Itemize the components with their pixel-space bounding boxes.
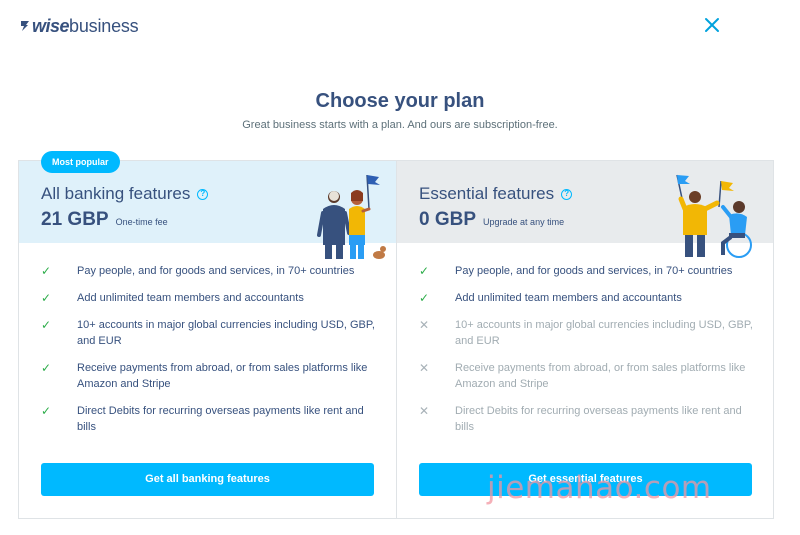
top-bar: wise business	[0, 0, 800, 50]
plan-header: Most popular All banking features ? 21 G…	[19, 151, 396, 259]
page-title: Choose your plan	[315, 90, 485, 112]
feature-text: 10+ accounts in major global currencies …	[455, 319, 753, 347]
feature-item-unavailable: ✕ Direct Debits for recurring overseas p…	[419, 403, 759, 435]
cross-icon: ✕	[419, 361, 430, 375]
plan-title-text: Essential features	[419, 184, 555, 203]
close-icon[interactable]	[703, 16, 721, 34]
check-icon: ✓	[41, 264, 52, 278]
plan-title: Essential features ?	[419, 184, 573, 204]
plan-price: 0 GBP Upgrade at any time	[419, 209, 564, 231]
wise-flag-icon	[21, 21, 29, 31]
plan-title-text: All banking features	[41, 184, 191, 203]
feature-text: Add unlimited team members and accountan…	[455, 292, 682, 304]
feature-item: ✓ Add unlimited team members and account…	[419, 290, 759, 306]
wise-business-logo[interactable]: wise business	[20, 15, 139, 37]
plan-header: Essential features ? 0 GBP Upgrade at an…	[397, 161, 773, 258]
price-value: 0 GBP	[419, 209, 477, 230]
check-icon: ✓	[419, 264, 430, 278]
plans-container: Most popular All banking features ? 21 G…	[18, 151, 774, 519]
get-essential-features-button[interactable]: Get essential features	[419, 463, 752, 496]
plan-card-essential: Essential features ? 0 GBP Upgrade at an…	[396, 161, 773, 518]
most-popular-badge: Most popular	[41, 151, 120, 173]
feature-item: ✓ Pay people, and for goods and services…	[419, 263, 759, 279]
check-icon: ✓	[41, 291, 52, 305]
price-note: Upgrade at any time	[483, 217, 565, 227]
help-icon[interactable]: ?	[197, 188, 209, 200]
people-cheering-illustration	[676, 174, 752, 258]
logo-wordmark-light: business	[69, 15, 139, 36]
check-icon: ✓	[419, 291, 430, 305]
feature-item-unavailable: ✕ Receive payments from abroad, or from …	[419, 360, 759, 392]
get-all-banking-features-button[interactable]: Get all banking features	[41, 463, 374, 496]
feature-item: ✓ 10+ accounts in major global currencie…	[41, 317, 381, 349]
logo-wordmark-bold: wise	[32, 15, 70, 36]
check-icon: ✓	[41, 318, 52, 332]
feature-text: Pay people, and for goods and services, …	[455, 265, 733, 277]
feature-item: ✓ Pay people, and for goods and services…	[41, 263, 381, 279]
plan-card-all-banking: Most popular All banking features ? 21 G…	[19, 151, 396, 518]
feature-list: ✓ Pay people, and for goods and services…	[41, 263, 381, 446]
page-subtitle: Great business starts with a plan. And o…	[242, 119, 558, 131]
feature-item: ✓ Receive payments from abroad, or from …	[41, 360, 381, 392]
feature-text: Pay people, and for goods and services, …	[77, 265, 355, 277]
feature-text: Direct Debits for recurring overseas pay…	[77, 405, 364, 433]
feature-text: Add unlimited team members and accountan…	[77, 292, 304, 304]
feature-text: Direct Debits for recurring overseas pay…	[455, 405, 742, 433]
couple-with-dog-illustration	[317, 174, 386, 259]
feature-text: 10+ accounts in major global currencies …	[77, 319, 375, 347]
feature-item-unavailable: ✕ 10+ accounts in major global currencie…	[419, 317, 759, 349]
price-note: One-time fee	[115, 217, 168, 227]
help-icon[interactable]: ?	[561, 188, 573, 200]
feature-list: ✓ Pay people, and for goods and services…	[419, 263, 759, 446]
feature-text: Receive payments from abroad, or from sa…	[455, 362, 746, 390]
price-value: 21 GBP	[41, 209, 109, 230]
cross-icon: ✕	[419, 404, 430, 418]
feature-text: Receive payments from abroad, or from sa…	[77, 362, 368, 390]
plan-title: All banking features ?	[41, 184, 209, 204]
cross-icon: ✕	[419, 318, 430, 332]
feature-item: ✓ Add unlimited team members and account…	[41, 290, 381, 306]
feature-item: ✓ Direct Debits for recurring overseas p…	[41, 403, 381, 435]
plan-price: 21 GBP One-time fee	[41, 209, 168, 231]
check-icon: ✓	[41, 404, 52, 418]
check-icon: ✓	[41, 361, 52, 375]
